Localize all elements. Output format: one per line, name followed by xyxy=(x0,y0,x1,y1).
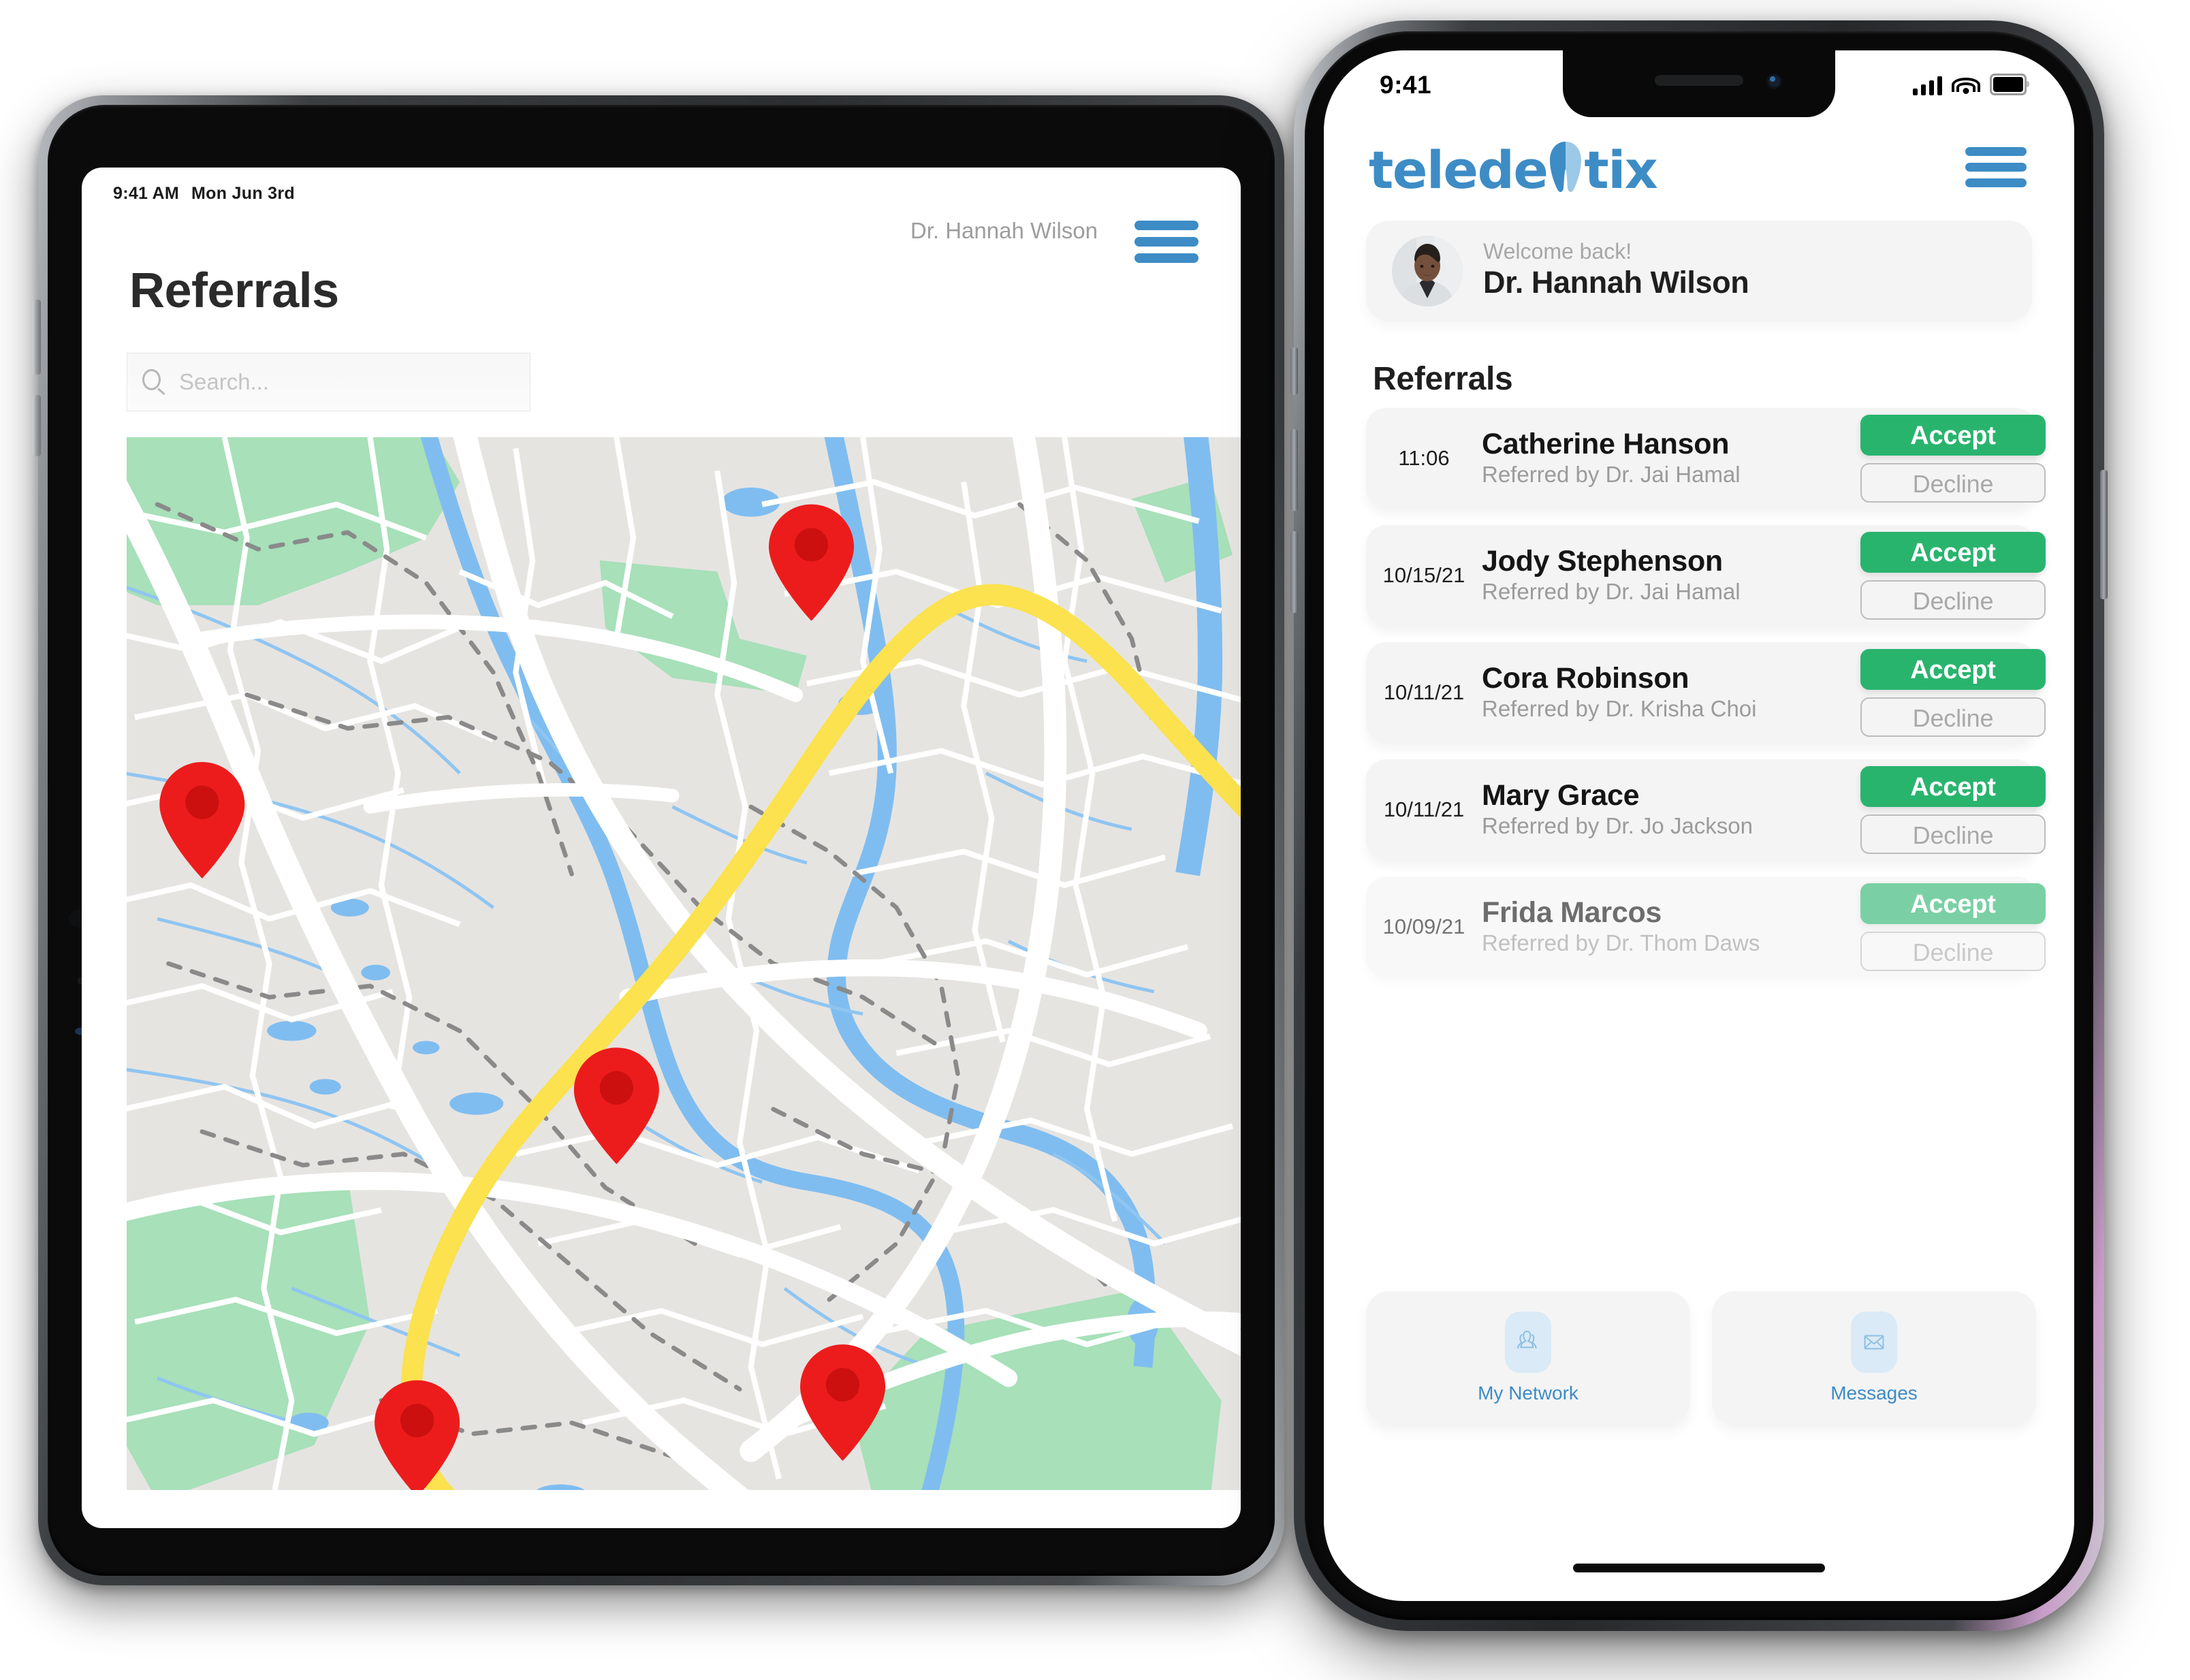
decline-button[interactable]: Decline xyxy=(1860,462,2046,503)
tablet-status-time: 9:41 AM xyxy=(113,184,180,203)
tablet-status-bar: 9:41 AM Mon Jun 3rd xyxy=(113,184,295,204)
accept-button[interactable]: Accept xyxy=(1860,883,2046,924)
hamburger-bar xyxy=(1134,221,1199,230)
tile-label: My Network xyxy=(1478,1382,1578,1404)
logo-text-after: tix xyxy=(1584,140,1657,200)
hamburger-bar xyxy=(1965,178,2027,187)
hamburger-bar xyxy=(1134,237,1199,247)
referral-date: 10/15/21 xyxy=(1382,563,1465,587)
tile-my-network[interactable]: My Network xyxy=(1366,1291,1690,1425)
referral-actions: Accept Decline xyxy=(1860,883,2046,971)
referral-referrer: Referred by Dr. Jo Jackson xyxy=(1482,813,1753,839)
referral-referrer: Referred by Dr. Jai Hamal xyxy=(1482,462,1741,488)
referrals-map[interactable] xyxy=(127,437,1241,1490)
referral-patient-name: Frida Marcos xyxy=(1482,896,1662,930)
accept-button[interactable]: Accept xyxy=(1860,414,2046,456)
hamburger-bar xyxy=(1134,253,1199,263)
decline-button[interactable]: Decline xyxy=(1860,814,2046,854)
tablet-power-button[interactable] xyxy=(33,395,41,456)
hamburger-bar xyxy=(1965,147,2027,156)
referral-row[interactable]: 10/11/21 Mary Grace Referred by Dr. Jo Jac… xyxy=(1366,759,2046,860)
tablet-volume-button[interactable] xyxy=(33,300,41,375)
tooth-icon xyxy=(1548,140,1583,193)
referral-date: 10/11/21 xyxy=(1383,797,1465,821)
tile-label: Messages xyxy=(1830,1382,1918,1404)
phone-app-header: teledе tix xyxy=(1324,123,2074,204)
tablet-status-date: Mon Jun 3rd xyxy=(191,184,295,203)
referral-date: 10/11/21 xyxy=(1383,680,1465,704)
phone-mute-switch[interactable] xyxy=(1290,347,1298,395)
hamburger-icon[interactable] xyxy=(1134,221,1199,263)
phone-power-button[interactable] xyxy=(2100,470,2108,599)
referrals-list: 11:06 Catherine Hanson Referred by Dr. Jai… xyxy=(1366,408,2046,994)
referral-info: Catherine Hanson Referred by Dr. Jai Hama… xyxy=(1482,428,1860,488)
logo-text-before: teledе xyxy=(1369,140,1549,200)
home-indicator[interactable] xyxy=(1573,1564,1825,1572)
referral-actions: Accept Decline xyxy=(1860,414,2046,503)
referral-actions: Accept Decline xyxy=(1860,648,2046,737)
tile-messages[interactable]: Messages xyxy=(1712,1291,2036,1425)
search-placeholder: Search... xyxy=(179,369,270,394)
referral-info: Jody Stephenson Referred by Dr. Jai Hamal xyxy=(1482,545,1860,605)
accept-button[interactable]: Accept xyxy=(1860,531,2046,573)
quick-action-tiles: My Network Messages xyxy=(1366,1291,2036,1425)
referral-date: 10/09/21 xyxy=(1382,915,1465,938)
referral-info: Frida Marcos Referred by Dr. Thom Daws xyxy=(1482,896,1860,957)
hamburger-icon[interactable] xyxy=(1965,147,2027,187)
referral-referrer: Referred by Dr. Krisha Choi xyxy=(1482,696,1757,722)
referral-patient-name: Cora Robinson xyxy=(1482,662,1689,695)
people-group-icon xyxy=(1505,1312,1551,1373)
referral-row[interactable]: 10/15/21 Jody Stephenson Referred by Dr. J… xyxy=(1366,525,2046,626)
tablet-device: 9:41 AM Mon Jun 3rd Dr. Hannah Wilson Ref… xyxy=(33,95,1284,1585)
avatar xyxy=(1392,236,1463,306)
referral-info: Mary Grace Referred by Dr. Jo Jackson xyxy=(1482,779,1860,840)
phone-status-bar: 9:41 xyxy=(1324,50,2074,117)
referral-referrer: Referred by Dr. Thom Daws xyxy=(1482,930,1760,956)
referral-patient-name: Mary Grace xyxy=(1482,779,1640,812)
welcome-card[interactable]: Welcome back! Dr. Hannah Wilson xyxy=(1366,221,2032,321)
map-canvas xyxy=(127,437,1241,1490)
search-icon xyxy=(142,369,168,395)
referral-patient-name: Jody Stephenson xyxy=(1482,545,1723,578)
accept-button[interactable]: Accept xyxy=(1860,648,2046,690)
accept-button[interactable]: Accept xyxy=(1860,765,2046,807)
tablet-user-name[interactable]: Dr. Hannah Wilson xyxy=(910,218,1098,244)
hamburger-bar xyxy=(1965,163,2027,172)
envelope-icon xyxy=(1851,1312,1897,1373)
referrals-heading: Referrals xyxy=(1373,361,1513,397)
phone-volume-up-button[interactable] xyxy=(1290,429,1298,511)
referral-patient-name: Catherine Hanson xyxy=(1482,428,1730,461)
referral-date: 11:06 xyxy=(1398,446,1450,470)
decline-button[interactable]: Decline xyxy=(1860,931,2046,971)
phone-status-time: 9:41 xyxy=(1380,71,1432,99)
signal-bars-icon xyxy=(1913,76,1942,95)
page-title: Referrals xyxy=(129,264,339,318)
referral-actions: Accept Decline xyxy=(1860,765,2046,854)
welcome-user-name: Dr. Hannah Wilson xyxy=(1483,265,1749,300)
referral-row[interactable]: 10/09/21 Frida Marcos Referred by Dr. Thom… xyxy=(1366,876,2046,977)
wifi-icon xyxy=(1952,76,1980,95)
referral-referrer: Referred by Dr. Jai Hamal xyxy=(1482,579,1741,605)
tablet-screen: 9:41 AM Mon Jun 3rd Dr. Hannah Wilson Ref… xyxy=(82,168,1241,1528)
referral-row[interactable]: 11:06 Catherine Hanson Referred by Dr. Jai… xyxy=(1366,408,2046,509)
search-input[interactable]: Search... xyxy=(127,353,530,411)
teledentix-logo: teledе tix xyxy=(1369,135,1658,200)
decline-button[interactable]: Decline xyxy=(1860,580,2046,620)
phone-volume-down-button[interactable] xyxy=(1290,531,1298,613)
referral-info: Cora Robinson Referred by Dr. Krisha Choi xyxy=(1482,662,1860,723)
decline-button[interactable]: Decline xyxy=(1860,697,2046,737)
referral-row[interactable]: 10/11/21 Cora Robinson Referred by Dr. Kri… xyxy=(1366,642,2046,743)
battery-icon xyxy=(1990,74,2029,95)
phone-screen: 9:41 teledе tix Welcome back! Dr. Hannah… xyxy=(1324,50,2074,1601)
welcome-greeting: Welcome back! xyxy=(1483,239,1632,264)
avatar-photo xyxy=(1392,236,1463,306)
phone-device: 9:41 teledе tix Welcome back! Dr. Hannah… xyxy=(1290,20,2108,1631)
referral-actions: Accept Decline xyxy=(1860,531,2046,620)
